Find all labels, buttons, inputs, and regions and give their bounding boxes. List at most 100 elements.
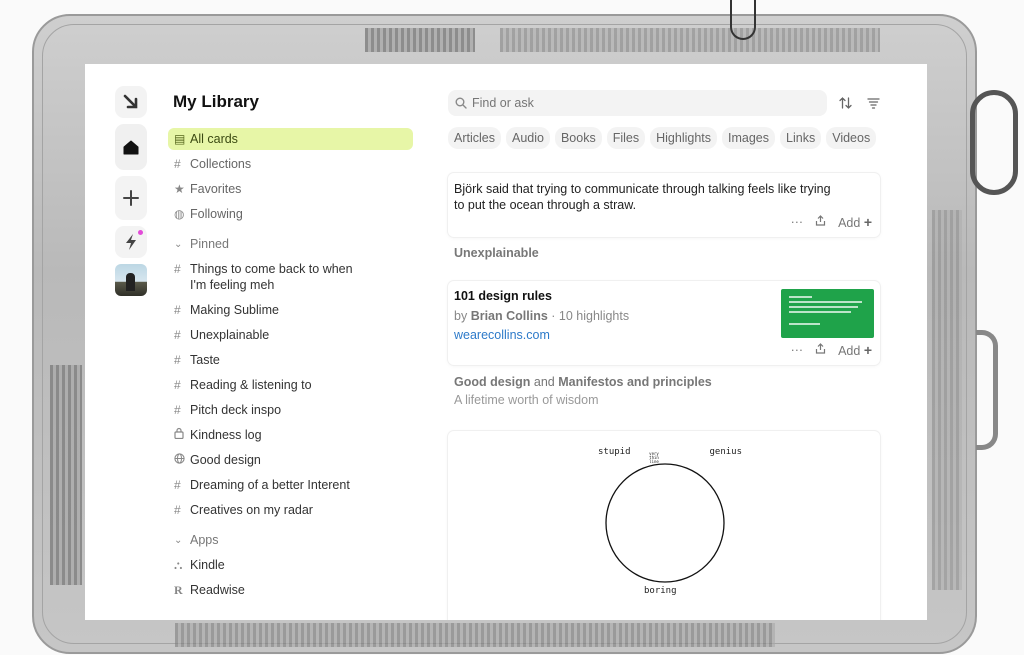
- sidebar-item-label: All cards: [190, 132, 238, 146]
- sidebar-item-pinned[interactable]: # Dreaming of a better Interent: [168, 474, 413, 496]
- hook-wire: [730, 0, 756, 40]
- plus-icon: [123, 190, 139, 206]
- hash-icon: #: [174, 262, 181, 276]
- lock-icon: [174, 427, 190, 443]
- sidebar-item-label: Good design: [190, 453, 261, 467]
- sidebar-item-pinned[interactable]: Good design: [168, 449, 413, 471]
- collection-tag[interactable]: Good design: [454, 375, 530, 389]
- circuit-board-right: [932, 210, 962, 590]
- tab-highlights[interactable]: Highlights: [650, 127, 718, 149]
- sidebar-item-pinned[interactable]: # Creatives on my radar: [168, 499, 413, 521]
- home-icon: [123, 140, 139, 155]
- hash-icon: #: [174, 378, 181, 392]
- tab-images[interactable]: Images: [722, 127, 776, 149]
- sidebar-item-all-cards[interactable]: ▤ All cards: [168, 128, 413, 150]
- diagram-label-genius: genius: [709, 447, 742, 457]
- pinned-section-toggle[interactable]: ⌄ Pinned: [168, 234, 413, 254]
- sidebar-item-label: Making Sublime: [190, 303, 279, 317]
- sidebar-item-pinned[interactable]: # Reading & listening to: [168, 374, 413, 396]
- quote-card[interactable]: Björk said that trying to communicate th…: [448, 173, 880, 237]
- more-button[interactable]: ···: [791, 215, 804, 229]
- hash-icon: #: [174, 503, 181, 517]
- sidebar-item-label: Following: [190, 207, 243, 221]
- sidebar-item-following[interactable]: ◍ Following: [168, 203, 413, 225]
- filter-icon: [866, 97, 880, 109]
- sort-button[interactable]: [835, 93, 855, 113]
- search-icon: [455, 97, 467, 109]
- book-card[interactable]: 101 design rules by Brian Collins · 10 h…: [448, 281, 880, 365]
- globe-icon: [174, 452, 190, 468]
- tab-videos[interactable]: Videos: [826, 127, 877, 149]
- add-label: Add: [838, 344, 861, 358]
- card-actions: ··· Add +: [779, 214, 872, 230]
- sidebar-item-pinned[interactable]: # Things to come back to when I'm feelin…: [168, 258, 413, 296]
- sidebar-item-label: Things to come back to when I'm feeling …: [190, 262, 353, 292]
- carabiner-clip: [970, 90, 1018, 195]
- left-rail: [115, 86, 149, 296]
- add-button[interactable]: Add +: [838, 214, 872, 230]
- circle-shape: [605, 463, 725, 583]
- collection-description: A lifetime worth of wisdom: [454, 393, 599, 407]
- share-button[interactable]: [815, 343, 826, 357]
- readwise-icon: R: [174, 583, 183, 597]
- tab-links[interactable]: Links: [780, 127, 822, 149]
- circuit-board-left: [50, 365, 82, 585]
- book-author: Brian Collins: [470, 309, 548, 323]
- collapse-arrow-button[interactable]: [115, 86, 147, 118]
- sidebar-item-label: Favorites: [190, 182, 242, 196]
- sidebar-item-label: Unexplainable: [190, 328, 270, 342]
- circuit-board-top: [365, 28, 475, 52]
- following-icon: ◍: [174, 207, 185, 221]
- hash-icon: #: [174, 328, 181, 342]
- highlights-count: · 10 highlights: [551, 309, 630, 323]
- star-icon: ★: [174, 182, 185, 196]
- tab-audio[interactable]: Audio: [505, 127, 550, 149]
- search-input[interactable]: [472, 96, 812, 110]
- sidebar-item-label: Taste: [190, 353, 220, 367]
- main-content: Articles Audio Books Files Highlights Im…: [448, 90, 883, 620]
- tab-books[interactable]: Books: [554, 127, 602, 149]
- share-button[interactable]: [815, 215, 826, 229]
- avatar[interactable]: [115, 264, 147, 296]
- sidebar-item-pinned[interactable]: # Unexplainable: [168, 324, 413, 346]
- chevron-down-icon: ⌄: [174, 535, 183, 546]
- activity-button[interactable]: [115, 226, 147, 258]
- plus-icon: +: [863, 342, 872, 358]
- more-button[interactable]: ···: [791, 343, 804, 357]
- library-sidebar: My Library ▤ All cards # Collections ★ F…: [168, 92, 413, 604]
- apps-section-toggle[interactable]: ⌄ Apps: [168, 530, 413, 550]
- add-button[interactable]: Add +: [838, 342, 872, 358]
- byline-prefix: by: [454, 309, 468, 323]
- share-icon: [815, 343, 826, 354]
- sidebar-item-pinned[interactable]: # Taste: [168, 349, 413, 371]
- book-thumbnail: [781, 289, 874, 338]
- sidebar-item-collections[interactable]: # Collections: [168, 153, 413, 175]
- home-button[interactable]: [115, 124, 147, 170]
- tag-separator: and: [533, 375, 555, 389]
- notification-dot: [138, 230, 143, 235]
- page-title: My Library: [173, 92, 259, 111]
- sidebar-item-favorites[interactable]: ★ Favorites: [168, 178, 413, 200]
- hash-icon: #: [174, 403, 181, 417]
- sidebar-item-pinned[interactable]: # Pitch deck inspo: [168, 399, 413, 421]
- sidebar-item-label: Reading & listening to: [190, 378, 312, 392]
- search-box[interactable]: [448, 90, 828, 116]
- tab-files[interactable]: Files: [606, 127, 646, 149]
- collection-tag[interactable]: Unexplainable: [454, 246, 539, 260]
- tab-articles[interactable]: Articles: [448, 127, 501, 149]
- sidebar-item-label: Creatives on my radar: [190, 503, 313, 517]
- image-card[interactable]: stupid genius very thin line boring ··· …: [448, 431, 880, 620]
- collection-tag[interactable]: Manifestos and principles: [558, 375, 712, 389]
- cards-icon: ▤: [174, 132, 186, 146]
- sidebar-item-pinned[interactable]: Kindness log: [168, 424, 413, 446]
- search-row: [448, 90, 883, 116]
- add-button[interactable]: Add +: [838, 619, 872, 620]
- sidebar-item-kindle[interactable]: ⛬ Kindle: [168, 554, 413, 576]
- sidebar-item-pinned[interactable]: # Making Sublime: [168, 299, 413, 321]
- sidebar-item-readwise[interactable]: R Readwise: [168, 579, 413, 601]
- sidebar-item-label: Readwise: [190, 583, 245, 597]
- new-card-button[interactable]: [115, 176, 147, 220]
- collection-tags: Good design and Manifestos and principle…: [454, 375, 712, 389]
- filter-button[interactable]: [863, 93, 883, 113]
- hash-icon: #: [174, 157, 181, 171]
